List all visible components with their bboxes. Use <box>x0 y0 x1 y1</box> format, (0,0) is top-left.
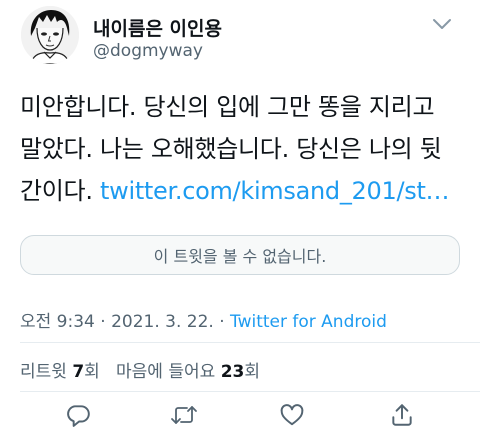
likes-label: 마음에 들어요 <box>116 362 216 382</box>
tweet-line: 간이다. twitter.com/kimsand_201/st… <box>20 170 470 212</box>
unavailable-message: 이 트윗을 볼 수 없습니다. <box>153 247 327 266</box>
likes-count: 23 <box>220 362 245 382</box>
retweets-count: 7 <box>72 362 85 382</box>
tweet-text: 미안합니다. 당신의 입에 그만 똥을 지리고 말았다. 나는 오해했습니다. … <box>20 86 470 212</box>
divider <box>20 391 480 392</box>
retweet-button[interactable] <box>167 398 201 432</box>
tweet-line: 미안합니다. 당신의 입에 그만 똥을 지리고 <box>20 93 435 121</box>
heart-icon <box>280 404 304 426</box>
retweets-stat[interactable]: 리트윗 7회 <box>20 362 100 382</box>
retweets-unit: 회 <box>84 362 100 382</box>
more-options-button[interactable] <box>427 14 457 34</box>
tweet-line: 말았다. 나는 오해했습니다. 당신은 나의 뒷 <box>20 135 442 163</box>
like-button[interactable] <box>275 398 309 432</box>
tweet-timestamp[interactable]: 오전 9:34 · 2021. 3. 22. · <box>20 312 230 332</box>
tweet-stats: 리트윗 7회 마음에 들어요 23회 <box>20 357 260 382</box>
tweet-source[interactable]: Twitter for Android <box>230 312 387 332</box>
retweet-icon <box>171 406 197 424</box>
tweet-link[interactable]: twitter.com/kimsand_201/st… <box>100 177 450 205</box>
share-button[interactable] <box>385 398 419 432</box>
avatar[interactable] <box>21 6 79 64</box>
retweets-label: 리트윗 <box>20 362 67 382</box>
user-handle[interactable]: @dogmyway <box>93 41 203 61</box>
divider <box>20 342 480 343</box>
likes-unit: 회 <box>244 362 260 382</box>
share-icon <box>392 404 412 426</box>
tweet-metadata: 오전 9:34 · 2021. 3. 22. · Twitter for And… <box>20 307 387 332</box>
chevron-down-icon <box>433 19 451 29</box>
quoted-tweet-unavailable: 이 트윗을 볼 수 없습니다. <box>20 235 460 275</box>
reply-icon <box>67 405 90 427</box>
display-name[interactable]: 내이름은 이인용 <box>93 14 222 41</box>
tweet-action-bar <box>0 398 480 432</box>
likes-stat[interactable]: 마음에 들어요 23회 <box>116 362 260 382</box>
reply-button[interactable] <box>61 398 95 432</box>
sketch-portrait-avatar-icon <box>21 6 79 64</box>
tweet-line-text: 간이다. <box>20 177 93 205</box>
